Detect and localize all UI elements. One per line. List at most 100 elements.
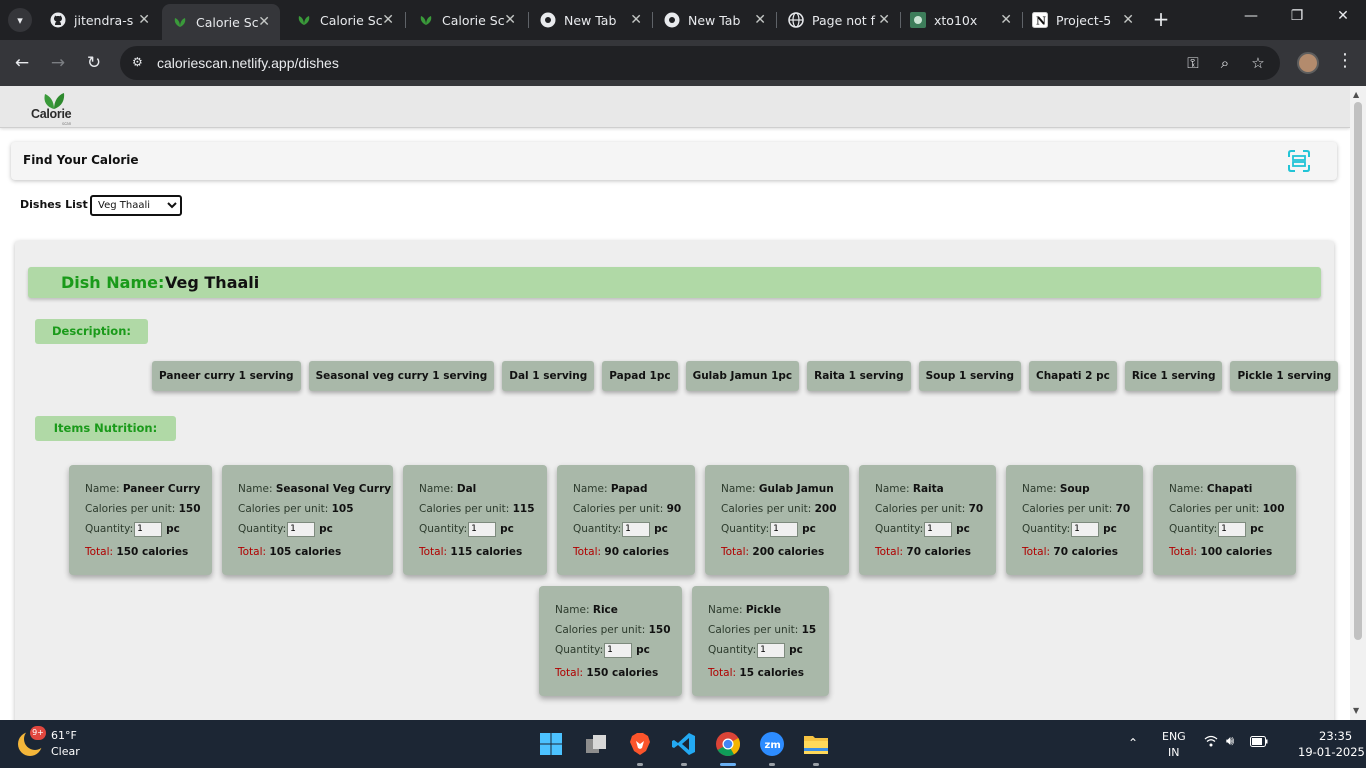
- close-tab-icon[interactable]: ✕: [258, 14, 270, 30]
- tab-title: New Tab: [688, 12, 741, 28]
- notion-icon: N: [1032, 12, 1048, 28]
- site-logo[interactable]: Calorie scan: [30, 92, 78, 126]
- tray-chevron-up-icon[interactable]: ⌃: [1128, 736, 1138, 750]
- items-nutrition-heading: Items Nutrition:: [35, 416, 176, 441]
- menu-kebab-icon[interactable]: ⋮: [1336, 50, 1354, 71]
- bookmark-star-icon[interactable]: ☆: [1248, 54, 1268, 72]
- minimize-button[interactable]: —: [1236, 8, 1266, 24]
- nutrition-card: Name: Raita Calories per unit: 70 Quantity…: [859, 465, 996, 575]
- tab-calorie-3[interactable]: Calorie Sc ✕: [408, 4, 526, 36]
- quantity-input[interactable]: [287, 521, 316, 537]
- new-tab-button[interactable]: +: [1150, 8, 1172, 32]
- windows-start-icon[interactable]: [535, 728, 567, 760]
- calories-per-unit-value: 115: [512, 503, 535, 515]
- total-label: Total:: [573, 546, 602, 558]
- tab-project-5[interactable]: N Project-5 ✕: [1022, 4, 1144, 36]
- language-indicator[interactable]: ENG: [1162, 730, 1186, 743]
- address-bar[interactable]: ⚙ caloriescan.netlify.app/dishes ⚿ ⌕ ☆: [120, 46, 1280, 80]
- quantity-label: Quantity:: [721, 523, 770, 535]
- tab-separator: [405, 12, 406, 28]
- quantity-input[interactable]: [924, 521, 953, 537]
- back-button[interactable]: ←: [10, 51, 34, 75]
- tab-page-not-found[interactable]: Page not f ✕: [778, 4, 900, 36]
- battery-icon[interactable]: [1250, 736, 1268, 750]
- scroll-up-arrow-icon[interactable]: ▲: [1353, 90, 1359, 99]
- quantity-input[interactable]: [770, 521, 799, 537]
- close-tab-icon[interactable]: ✕: [630, 12, 642, 28]
- svg-text:zm: zm: [765, 740, 781, 751]
- quantity-input[interactable]: [1218, 521, 1247, 537]
- close-tab-icon[interactable]: ✕: [138, 12, 150, 28]
- language-region[interactable]: IN: [1168, 746, 1179, 759]
- name-label: Name:: [419, 483, 454, 495]
- password-key-icon[interactable]: ⚿: [1183, 54, 1203, 72]
- quantity-input[interactable]: [1071, 521, 1100, 537]
- file-explorer-icon[interactable]: [800, 728, 832, 766]
- quantity-label: Quantity:: [1169, 523, 1218, 535]
- name-label: Name:: [555, 604, 590, 616]
- tab-xto10x[interactable]: xto10x ✕: [900, 4, 1022, 36]
- close-window-button[interactable]: ✕: [1328, 8, 1358, 24]
- profile-avatar[interactable]: [1297, 52, 1319, 74]
- unit-label: pc: [166, 523, 180, 535]
- reload-button[interactable]: ↻: [82, 51, 106, 75]
- description-item: Paneer curry 1 serving: [152, 361, 301, 391]
- calories-per-unit-value: 100: [1262, 503, 1285, 515]
- close-tab-icon[interactable]: ✕: [1122, 12, 1134, 28]
- close-tab-icon[interactable]: ✕: [1000, 12, 1012, 28]
- calories-per-unit-label: Calories per unit:: [573, 503, 664, 515]
- tab-separator: [776, 12, 777, 28]
- unit-label: pc: [500, 523, 514, 535]
- calories-per-unit-value: 15: [801, 624, 817, 636]
- quantity-input[interactable]: [604, 642, 633, 658]
- quantity-label: Quantity:: [708, 644, 757, 656]
- description-item: Papad 1pc: [602, 361, 678, 391]
- name-label: Name:: [573, 483, 608, 495]
- clock-date[interactable]: 19-01-2025: [1298, 745, 1365, 759]
- nutrition-row-2: Name: Rice Calories per unit: 150 Quantity…: [539, 586, 829, 696]
- item-name: Soup: [1059, 483, 1090, 495]
- description-item: Raita 1 serving: [807, 361, 911, 391]
- tab-calorie-active[interactable]: Calorie Sc ✕: [162, 4, 280, 40]
- tab-github[interactable]: jitendra-s ✕: [40, 4, 160, 36]
- close-tab-icon[interactable]: ✕: [754, 12, 766, 28]
- tab-new-2[interactable]: New Tab ✕: [654, 4, 776, 36]
- chrome-taskbar-icon[interactable]: [712, 728, 744, 766]
- clock-time[interactable]: 23:35: [1319, 729, 1352, 743]
- nutrition-card: Name: Gulab Jamun Calories per unit: 200 Q…: [705, 465, 849, 575]
- url-text[interactable]: caloriescan.netlify.app/dishes: [157, 55, 339, 71]
- close-tab-icon[interactable]: ✕: [504, 12, 516, 28]
- total-value: 90 calories: [604, 546, 669, 558]
- tab-title: jitendra-s: [74, 12, 134, 28]
- quantity-input[interactable]: [757, 642, 786, 658]
- quantity-input[interactable]: [468, 521, 497, 537]
- brave-browser-icon[interactable]: [624, 728, 656, 766]
- vscode-icon[interactable]: [668, 728, 700, 766]
- quantity-input[interactable]: [622, 521, 651, 537]
- zoom-icon[interactable]: ⌕: [1215, 54, 1235, 72]
- close-tab-icon[interactable]: ✕: [878, 12, 890, 28]
- scan-icon[interactable]: [1287, 149, 1311, 173]
- site-info-icon[interactable]: ⚙: [132, 55, 148, 71]
- restore-button[interactable]: ❐: [1282, 8, 1312, 24]
- task-view-icon[interactable]: [580, 728, 612, 760]
- forward-button[interactable]: →: [46, 51, 70, 75]
- tab-title: Project-5: [1056, 12, 1112, 28]
- zoom-app-icon[interactable]: zm: [756, 728, 788, 766]
- wifi-icon[interactable]: [1204, 735, 1218, 751]
- volume-icon[interactable]: 🔊︎: [1226, 734, 1234, 749]
- scroll-down-arrow-icon[interactable]: ▼: [1353, 706, 1359, 715]
- app-indicator: [681, 763, 687, 766]
- calories-per-unit-value: 150: [648, 624, 671, 636]
- page-scrollbar[interactable]: ▲ ▼: [1350, 86, 1366, 720]
- tab-new-1[interactable]: New Tab ✕: [530, 4, 652, 36]
- tab-calorie-2[interactable]: Calorie Sc ✕: [286, 4, 404, 36]
- calories-per-unit-value: 70: [968, 503, 984, 515]
- quantity-input[interactable]: [134, 521, 163, 537]
- tab-search-button[interactable]: ▾: [8, 8, 32, 32]
- close-tab-icon[interactable]: ✕: [382, 12, 394, 28]
- unit-label: pc: [1103, 523, 1117, 535]
- dishes-select[interactable]: Veg Thaali: [90, 195, 182, 216]
- total-label: Total:: [555, 667, 584, 679]
- scrollbar-thumb[interactable]: [1354, 102, 1362, 640]
